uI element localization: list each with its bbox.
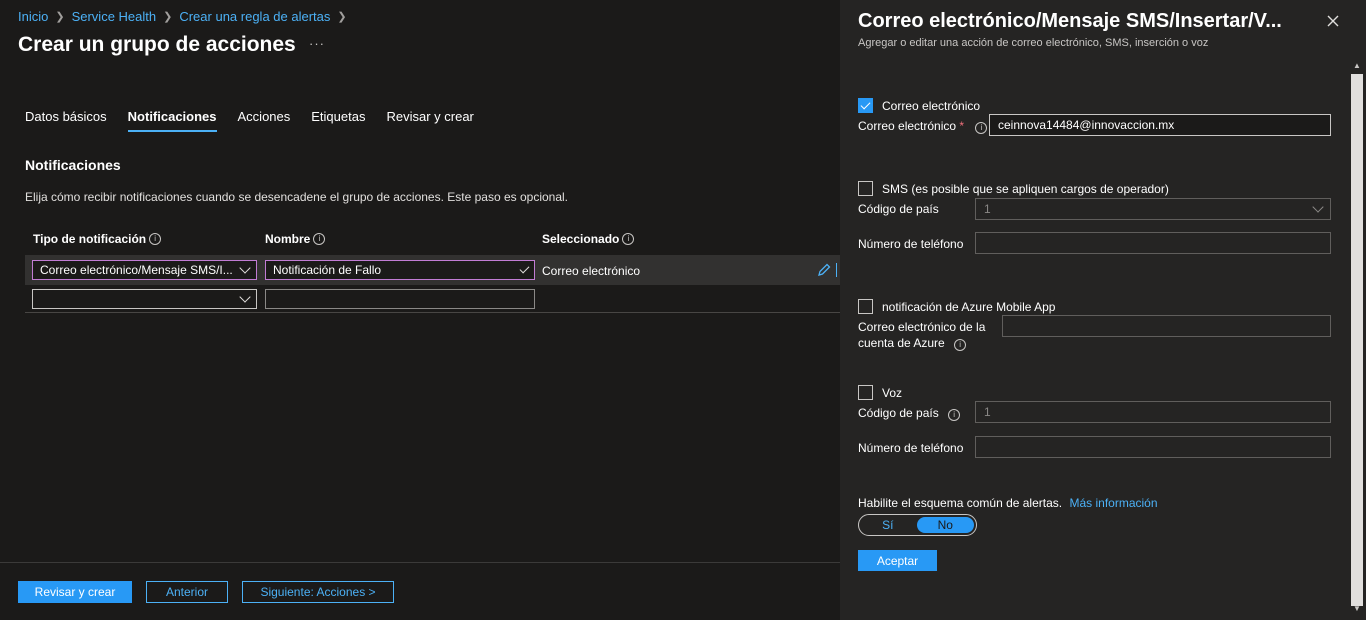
- info-icon[interactable]: i: [975, 122, 988, 134]
- email-checkbox[interactable]: [858, 98, 873, 113]
- breadcrumb-inicio[interactable]: Inicio: [18, 9, 48, 24]
- checkmark-icon: [860, 99, 871, 110]
- azure-account-label-line2: cuenta de Azure i: [858, 336, 967, 351]
- header-seleccionado: Seleccionado i: [542, 232, 635, 246]
- dropdown-value: Correo electrónico/Mensaje SMS/I...: [40, 263, 233, 277]
- sms-phone-label: Número de teléfono: [858, 237, 964, 251]
- info-icon[interactable]: i: [313, 233, 326, 245]
- info-icon[interactable]: i: [948, 409, 961, 421]
- label-text: cuenta de Azure: [858, 336, 945, 350]
- page-title: Crear un grupo de acciones: [18, 33, 296, 56]
- header-label: Seleccionado: [542, 232, 620, 246]
- email-field[interactable]: ceinnova14484@innovaccion.mx: [989, 114, 1331, 136]
- panel-title: Correo electrónico/Mensaje SMS/Insertar/…: [858, 10, 1282, 32]
- section-title: Notificaciones: [25, 157, 121, 173]
- accept-button[interactable]: Aceptar: [858, 550, 937, 571]
- header-nombre: Nombre i: [265, 232, 326, 246]
- sms-country-label: Código de país: [858, 202, 939, 216]
- header-label: Tipo de notificación: [33, 232, 147, 246]
- panel-subtitle: Agregar o editar una acción de correo el…: [858, 37, 1209, 49]
- info-icon[interactable]: i: [149, 233, 162, 245]
- next-button[interactable]: Siguiente: Acciones >: [242, 581, 394, 603]
- chevron-down-icon: [239, 262, 251, 274]
- email-checkbox-label: Correo electrónico: [882, 99, 981, 113]
- review-create-button[interactable]: Revisar y crear: [18, 581, 132, 603]
- chevron-down-icon: [239, 291, 251, 303]
- azure-account-label-line1: Correo electrónico de la: [858, 320, 986, 334]
- azure-app-checkbox[interactable]: [858, 299, 873, 314]
- schema-label: Habilite el esquema común de alertas. Má…: [858, 496, 1158, 510]
- chevron-right-icon: ❯: [55, 11, 65, 23]
- chevron-down-icon: [1312, 201, 1324, 213]
- previous-button[interactable]: Anterior: [146, 581, 228, 603]
- sms-country-dropdown[interactable]: 1: [975, 198, 1331, 220]
- toggle-no[interactable]: No: [916, 517, 974, 533]
- divider: [25, 312, 840, 313]
- voice-country-label: Código de país i: [858, 406, 961, 421]
- sms-checkbox[interactable]: [858, 181, 873, 196]
- edit-pencil-icon[interactable]: [816, 262, 832, 278]
- email-field-label: Correo electrónico * i: [858, 119, 988, 134]
- required-mark: *: [959, 119, 965, 133]
- tab-notificaciones[interactable]: Notificaciones: [127, 109, 217, 132]
- voice-phone-field[interactable]: [975, 436, 1331, 458]
- close-icon[interactable]: [1325, 13, 1341, 29]
- input-value: Notificación de Fallo: [273, 263, 382, 277]
- azure-app-checkbox-label: notificación de Azure Mobile App: [882, 300, 1056, 314]
- selected-value: Correo electrónico: [542, 264, 641, 278]
- voice-checkbox-label: Voz: [882, 386, 903, 400]
- checkmark-icon: [519, 263, 530, 274]
- more-info-link[interactable]: Más información: [1069, 496, 1157, 510]
- label-text: Código de país: [858, 406, 939, 420]
- section-description: Elija cómo recibir notificaciones cuando…: [25, 190, 568, 204]
- breadcrumb: Inicio ❯ Service Health ❯ Crear una regl…: [18, 9, 354, 24]
- tab-bar: Datos básicos Notificaciones Acciones Et…: [25, 109, 495, 132]
- header-label: Nombre: [265, 232, 311, 246]
- field-value: 1: [984, 405, 991, 419]
- new-notification-type-dropdown[interactable]: [32, 289, 257, 309]
- chevron-right-icon: ❯: [337, 11, 347, 23]
- more-options-icon[interactable]: ···: [309, 36, 325, 51]
- info-icon[interactable]: i: [622, 233, 635, 245]
- email-value: ceinnova14484@innovaccion.mx: [998, 118, 1175, 132]
- notification-type-dropdown[interactable]: Correo electrónico/Mensaje SMS/I...: [32, 260, 257, 280]
- voice-checkbox[interactable]: [858, 385, 873, 400]
- header-tipo-notificacion: Tipo de notificación i: [33, 232, 162, 246]
- info-icon[interactable]: i: [954, 339, 967, 351]
- dropdown-value: 1: [984, 202, 991, 216]
- voice-country-field[interactable]: 1: [975, 401, 1331, 423]
- toggle-yes[interactable]: Sí: [859, 518, 917, 532]
- tab-datos-basicos[interactable]: Datos básicos: [25, 109, 107, 132]
- scroll-up-icon[interactable]: ▲: [1350, 61, 1364, 71]
- label-text: Habilite el esquema común de alertas.: [858, 496, 1063, 510]
- sms-phone-field[interactable]: [975, 232, 1331, 254]
- divider: [0, 562, 840, 563]
- name-input[interactable]: Notificación de Fallo: [265, 260, 535, 280]
- voice-phone-label: Número de teléfono: [858, 441, 964, 455]
- chevron-right-icon: ❯: [163, 11, 173, 23]
- scroll-down-icon[interactable]: ▼: [1350, 604, 1364, 616]
- tab-acciones[interactable]: Acciones: [238, 109, 291, 132]
- scrollbar-thumb[interactable]: [1351, 74, 1363, 606]
- breadcrumb-crear-regla[interactable]: Crear una regla de alertas: [179, 9, 330, 24]
- schema-toggle[interactable]: Sí No: [858, 514, 977, 536]
- label-text: Correo electrónico: [858, 119, 957, 133]
- new-name-input[interactable]: [265, 289, 535, 309]
- breadcrumb-service-health[interactable]: Service Health: [72, 9, 157, 24]
- tab-etiquetas[interactable]: Etiquetas: [311, 109, 365, 132]
- tab-revisar-crear[interactable]: Revisar y crear: [386, 109, 473, 132]
- azure-account-email-field[interactable]: [1002, 315, 1331, 337]
- sms-checkbox-label: SMS (es posible que se apliquen cargos d…: [882, 182, 1169, 196]
